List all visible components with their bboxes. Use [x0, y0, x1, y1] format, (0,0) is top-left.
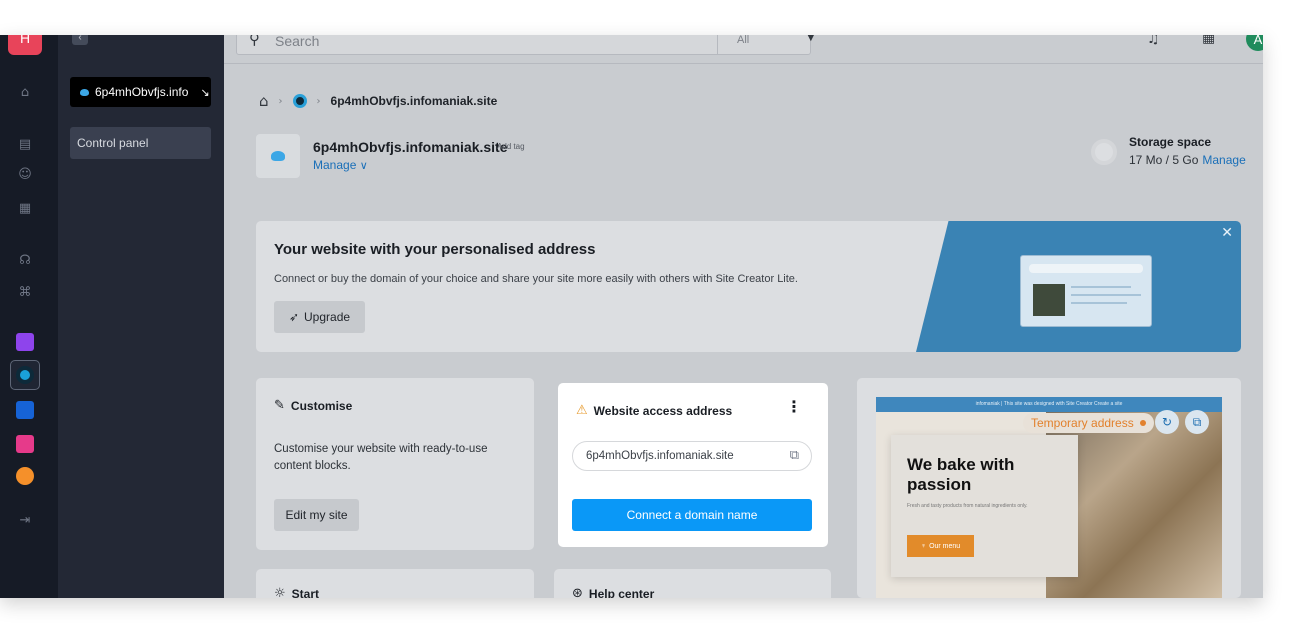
- sun-icon: ☼: [274, 586, 286, 598]
- site-preview[interactable]: infomaniak | This site was designed with…: [876, 397, 1222, 598]
- site-creator-icon[interactable]: [292, 94, 307, 108]
- close-icon[interactable]: ✕: [1221, 225, 1233, 241]
- manage-label: Manage: [313, 158, 357, 172]
- connect-domain-button[interactable]: Connect a domain name: [572, 499, 812, 531]
- search-input[interactable]: Search: [275, 35, 319, 49]
- billing-icon[interactable]: ▤: [17, 136, 33, 152]
- search-divider: [717, 35, 718, 54]
- browser-mockup-illustration: [1020, 255, 1152, 327]
- upgrade-button[interactable]: ➶ Upgrade: [274, 301, 365, 333]
- mockup-line: [1071, 294, 1141, 296]
- kchat-app-icon[interactable]: [16, 333, 34, 351]
- help-title-label: Help center: [588, 586, 655, 599]
- customise-title: ✎ Customise: [274, 398, 352, 413]
- chevron-right-icon: ›: [278, 95, 283, 107]
- avatar[interactable]: A: [1246, 35, 1263, 51]
- support-icon[interactable]: ☊: [17, 252, 33, 268]
- search-icon: ⚲: [249, 35, 260, 48]
- logout-icon[interactable]: ⇥: [17, 512, 33, 528]
- site-creator-app-icon[interactable]: [10, 360, 40, 390]
- status-dot: [1139, 420, 1146, 426]
- sidebar-item-control-panel[interactable]: Control panel: [70, 127, 211, 159]
- preview-subtext: Fresh and tasty products from natural in…: [907, 503, 1028, 509]
- external-link-icon[interactable]: ⧉: [1185, 410, 1209, 434]
- chevron-down-icon[interactable]: ▼: [807, 35, 815, 43]
- main-content: ⌂ › › 6p4mhObvfjs.infomaniak.site 6p4mhO…: [224, 64, 1263, 598]
- lifebuoy-icon: ⊛: [572, 586, 583, 598]
- more-options-icon[interactable]: ⋮: [786, 397, 802, 416]
- home-icon[interactable]: ⌂: [17, 84, 33, 100]
- access-title-label: Website access address: [593, 403, 733, 418]
- home-icon[interactable]: ⌂: [259, 92, 269, 110]
- collapse-sidebar-button[interactable]: ‹: [72, 35, 88, 45]
- site-selector[interactable]: 6p4mhObvfjs.info ↘: [70, 77, 211, 107]
- search-bar[interactable]: ⚲ Search All ▼: [236, 35, 815, 55]
- upgrade-label: Upgrade: [304, 310, 351, 324]
- upgrade-banner: Your website with your personalised addr…: [256, 221, 1241, 352]
- brand-logo[interactable]: H: [8, 35, 42, 55]
- mail-app-icon[interactable]: [16, 435, 34, 453]
- app-window: H ⌂ ▤ ☺ ▦ ☊ ⌘ ⇥ ‹ 6p4mhObvfjs.info ↘ Con…: [0, 35, 1263, 598]
- chevron-right-icon: ›: [316, 95, 321, 107]
- pencil-icon: ✎: [274, 398, 285, 413]
- customise-title-label: Customise: [290, 398, 353, 413]
- marketplace-icon[interactable]: ⌘: [17, 284, 33, 300]
- preview-menu-label: Our menu: [929, 542, 961, 550]
- help-title: ⊛ Help center: [572, 586, 654, 598]
- site-name: 6p4mhObvfjs.infomaniak.site: [313, 139, 508, 155]
- cloud-icon: [80, 88, 89, 96]
- breadcrumb-current: 6p4mhObvfjs.infomaniak.site: [330, 94, 498, 108]
- topbar: ⚲ Search All ▼ ♫ ▦ A: [224, 35, 1263, 64]
- users-icon[interactable]: ☺: [17, 166, 33, 182]
- banner-description: Connect or buy the domain of your choice…: [274, 273, 798, 285]
- site-address-field[interactable]: 6p4mhObvfjs.infomaniak.site ⧉: [572, 441, 812, 471]
- app-rail: H ⌂ ▤ ☺ ▦ ☊ ⌘ ⇥: [0, 35, 58, 598]
- start-title: ☼ Start: [274, 586, 319, 598]
- access-title: ⚠ Website access address: [576, 403, 732, 418]
- search-filter-select[interactable]: All: [737, 35, 749, 46]
- bell-icon[interactable]: ♫: [1147, 35, 1160, 47]
- preview-menu-button: ♆ Our menu: [907, 535, 974, 557]
- site-address-value: 6p4mhObvfjs.infomaniak.site: [586, 450, 734, 462]
- site-preview-card: infomaniak | This site was designed with…: [857, 378, 1241, 598]
- breadcrumb: ⌂ › › 6p4mhObvfjs.infomaniak.site: [259, 92, 497, 110]
- mockup-line: [1071, 302, 1127, 304]
- manage-dropdown[interactable]: Manage ∨: [313, 158, 368, 172]
- site-selector-label: 6p4mhObvfjs.info: [95, 85, 189, 99]
- refresh-icon[interactable]: ↻: [1155, 410, 1179, 434]
- mockup-line: [1071, 286, 1131, 288]
- edit-site-button[interactable]: Edit my site: [274, 499, 359, 531]
- chevron-down-icon: ∨: [359, 159, 368, 172]
- kdrive-app-icon[interactable]: [16, 401, 34, 419]
- site-logo: [256, 134, 300, 178]
- access-address-card: ⚠ Website access address ⋮ 6p4mhObvfjs.in…: [558, 383, 828, 547]
- warning-icon: ⚠: [576, 403, 588, 418]
- swisstransfer-app-icon[interactable]: [16, 467, 34, 485]
- sidebar: ‹ 6p4mhObvfjs.info ↘ Control panel: [58, 35, 224, 598]
- temporary-address-badge: Temporary address: [1023, 413, 1154, 433]
- storage-usage: 17 Mo / 5 Go: [1129, 153, 1199, 167]
- cloud-icon: [271, 151, 285, 161]
- storage-manage-link[interactable]: Manage: [1202, 153, 1245, 167]
- add-tag-link[interactable]: Add tag: [497, 142, 525, 151]
- apps-grid-icon[interactable]: ▦: [1202, 35, 1215, 46]
- external-link-icon[interactable]: ⧉: [790, 448, 799, 463]
- storage-value: 17 Mo / 5 Go Manage: [1129, 153, 1246, 167]
- rocket-icon: ➶: [288, 310, 300, 324]
- help-center-card: ⊛ Help center: [554, 569, 831, 598]
- expand-arrow-icon: ↘: [200, 85, 210, 99]
- customise-card: ✎ Customise Customise your website with r…: [256, 378, 534, 550]
- calculator-icon[interactable]: ▦: [17, 200, 33, 216]
- customise-description: Customise your website with ready-to-use…: [274, 443, 488, 472]
- mockup-address-bar: [1029, 264, 1143, 273]
- cutlery-icon: ♆: [920, 542, 927, 550]
- storage-gauge: [1091, 139, 1117, 165]
- start-title-label: Start: [291, 586, 319, 599]
- banner-title: Your website with your personalised addr…: [274, 241, 596, 258]
- mockup-image: [1033, 284, 1065, 316]
- storage-label: Storage space: [1129, 135, 1212, 149]
- start-card: ☼ Start: [256, 569, 534, 598]
- preview-heading: We bake with passion: [907, 455, 1015, 495]
- temporary-address-label: Temporary address: [1031, 416, 1134, 430]
